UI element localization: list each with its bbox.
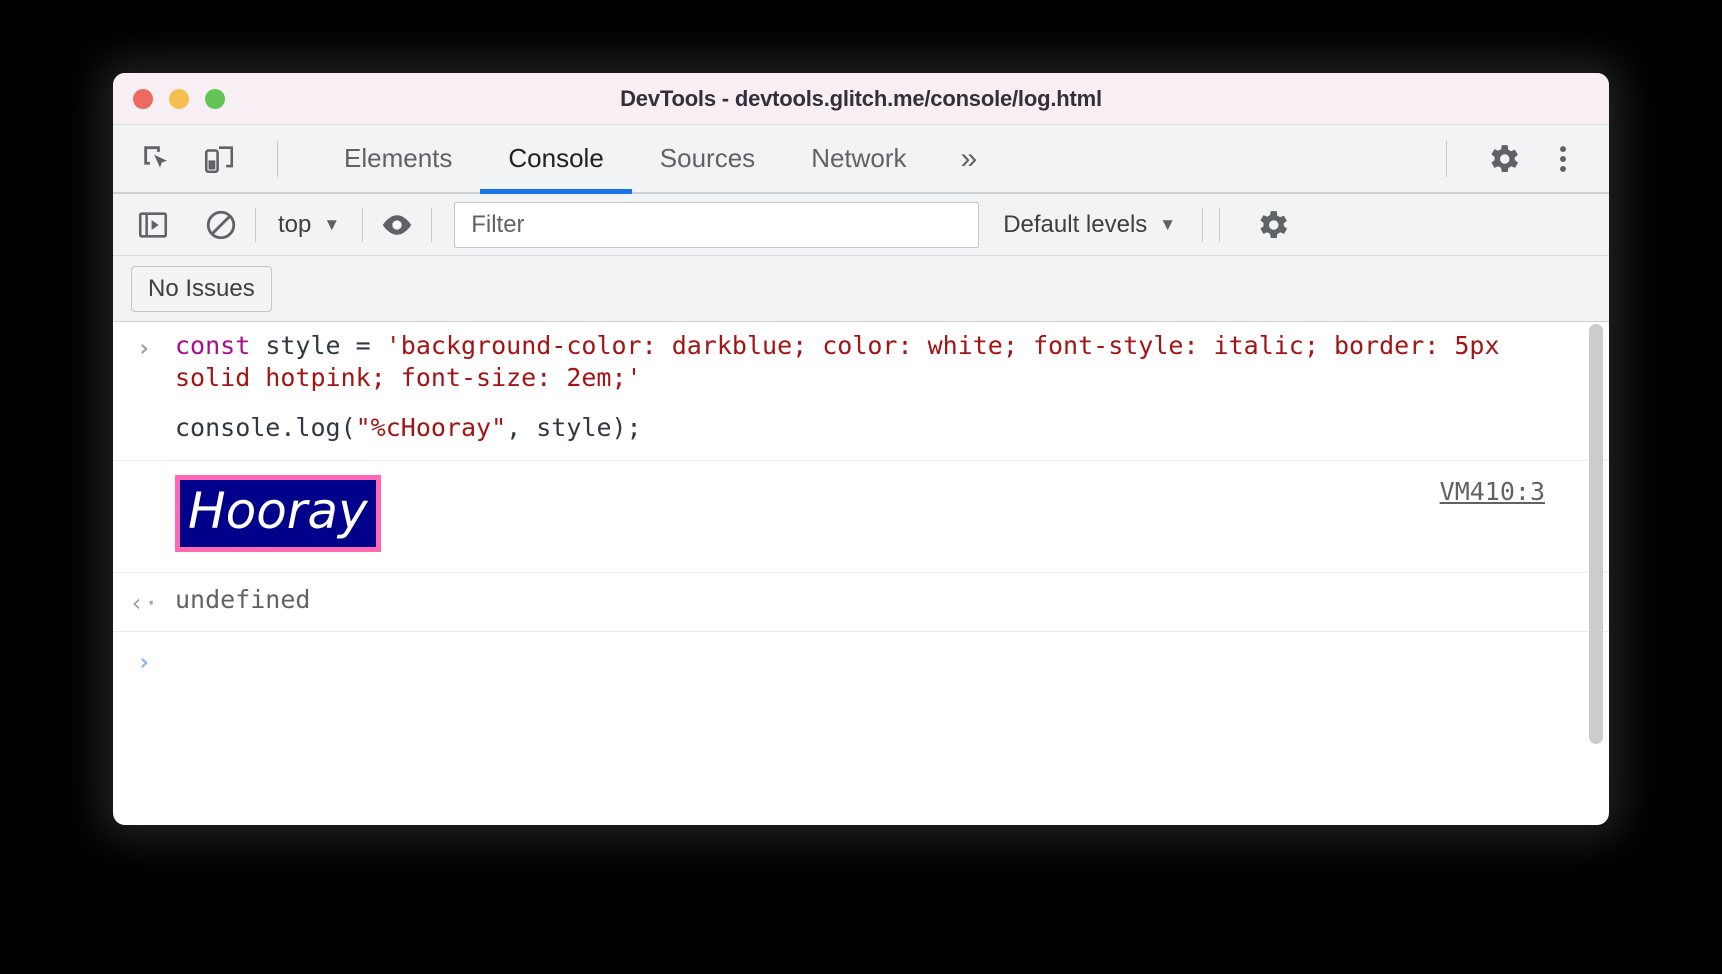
toolbar-divider-2 [362, 207, 364, 242]
clear-console-icon[interactable] [201, 205, 241, 245]
chevron-down-icon: ▼ [1159, 215, 1177, 234]
code-call-string: "%cHooray" [355, 413, 507, 442]
window-controls [133, 88, 225, 109]
minimize-button[interactable] [169, 88, 189, 109]
close-button[interactable] [133, 88, 153, 109]
console-toolbar: top ▼ Default levels ▼ [113, 194, 1609, 256]
devtools-window: DevTools - devtools.glitch.me/console/lo… [113, 73, 1609, 825]
prompt-arrow-icon: › [136, 648, 152, 676]
filter-input-wrapper[interactable] [454, 201, 980, 248]
settings-gear-icon[interactable] [1483, 139, 1523, 179]
console-input-line-2: console.log("%cHooray", style); [113, 402, 1609, 454]
console-prompt-row[interactable]: › [113, 632, 1609, 690]
styled-log-output: Hooray [175, 475, 381, 552]
input-arrow-icon: › [136, 334, 152, 362]
tabbar-right-icons [1430, 139, 1609, 179]
inspect-element-icon[interactable] [137, 139, 177, 179]
devtools-tabbar: Elements Console Sources Network » [113, 125, 1609, 194]
log-levels-selector[interactable]: Default levels ▼ [1003, 211, 1176, 239]
execution-context-selector[interactable]: top ▼ [270, 211, 348, 239]
log-source-link[interactable]: VM410:3 [1440, 477, 1545, 506]
log-levels-value: Default levels [1003, 210, 1148, 238]
code-mid: style = [250, 331, 386, 360]
panel-tabs: Elements Console Sources Network » [316, 125, 1004, 194]
tab-elements[interactable]: Elements [316, 125, 480, 192]
code-call-prefix: console.log( [175, 413, 356, 442]
console-input-code: const style = 'background-color: darkblu… [175, 330, 1609, 394]
console-sidebar-icon[interactable] [133, 205, 173, 245]
window-titlebar: DevTools - devtools.glitch.me/console/lo… [113, 73, 1609, 125]
maximize-button[interactable] [205, 88, 225, 109]
console-settings-gear-icon[interactable] [1252, 205, 1292, 245]
filter-input[interactable] [469, 209, 965, 240]
tab-network-label: Network [811, 143, 907, 173]
toolbar-divider-5 [1219, 207, 1221, 242]
result-value: undefined [175, 585, 311, 614]
tab-elements-label: Elements [344, 143, 453, 173]
no-issues-button[interactable]: No Issues [131, 265, 272, 312]
console-input-entry: › const style = 'background-color: darkb… [113, 322, 1609, 461]
no-issues-label: No Issues [148, 274, 255, 302]
tab-console-label: Console [508, 143, 604, 173]
window-title: DevTools - devtools.glitch.me/console/lo… [620, 85, 1102, 111]
console-scrollbar[interactable] [1589, 324, 1603, 762]
code-keyword: const [175, 331, 251, 360]
tabbar-left-icons [113, 139, 294, 179]
more-tabs-chevron-icon[interactable]: » [935, 141, 1004, 175]
tabbar-right-divider [1446, 140, 1447, 177]
more-options-kebab-icon[interactable] [1543, 139, 1583, 179]
console-result-entry: ‹· undefined [113, 573, 1609, 632]
tab-sources[interactable]: Sources [632, 125, 783, 192]
console-messages-area[interactable]: › const style = 'background-color: darkb… [113, 322, 1609, 765]
tab-sources-label: Sources [659, 143, 756, 173]
issues-bar: No Issues [113, 256, 1609, 322]
eye-icon[interactable] [377, 205, 417, 245]
console-log-code: console.log("%cHooray", style); [175, 412, 1609, 444]
console-input-line: › const style = 'background-color: darkb… [113, 322, 1609, 402]
execution-context-value: top [278, 210, 312, 238]
tab-network[interactable]: Network [783, 125, 934, 192]
toolbar-divider-4 [1202, 207, 1204, 242]
result-arrow-icon: ‹· [129, 589, 159, 617]
chevron-down-icon: ▼ [323, 215, 341, 234]
console-scrollbar-thumb[interactable] [1589, 324, 1603, 744]
tab-console[interactable]: Console [480, 125, 633, 194]
toolbar-divider-1 [255, 207, 256, 242]
tabbar-divider [277, 140, 278, 177]
console-prompt-input[interactable] [175, 644, 1609, 676]
code-call-suffix: , style); [506, 413, 642, 442]
console-output-entry: Hooray VM410:3 [113, 461, 1609, 573]
toolbar-divider-3 [431, 207, 433, 242]
device-toolbar-icon[interactable] [199, 139, 239, 179]
more-tabs-label: » [960, 141, 978, 175]
